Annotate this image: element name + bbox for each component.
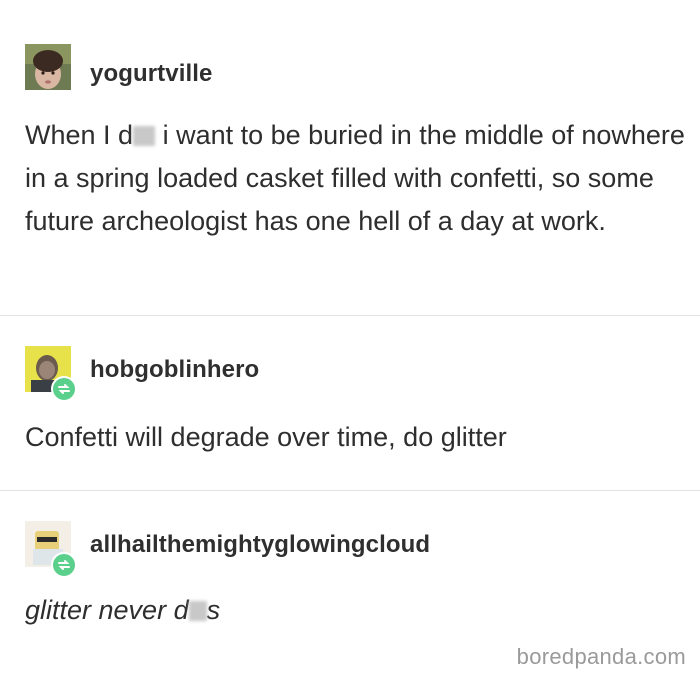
reply-text-start: glitter never d — [25, 595, 189, 625]
post-text-start: When I d — [25, 120, 134, 150]
user-photo-avatar-icon — [25, 44, 71, 90]
reblog-icon — [51, 552, 77, 578]
redacted-word — [133, 126, 156, 146]
reblog-icon — [51, 376, 77, 402]
avatar-yogurtville[interactable] — [25, 44, 71, 90]
reply-text-end: s — [206, 595, 221, 625]
redacted-letters — [188, 601, 207, 621]
watermark: boredpanda.com — [516, 644, 686, 669]
reply-body-text: Confetti will degrade over time, do glit… — [25, 422, 507, 452]
username-yogurtville[interactable]: yogurtville — [90, 60, 212, 88]
post-original: yogurtville When I d i want to be buried… — [0, 0, 700, 315]
post-reply-2: allhailthemightyglowingcloud glitter nev… — [0, 491, 700, 678]
post-reply-1: hobgoblinhero Confetti will degrade over… — [0, 316, 700, 490]
username-allhailthemightyglowingcloud[interactable]: allhailthemightyglowingcloud — [90, 531, 430, 559]
username-hobgoblinhero[interactable]: hobgoblinhero — [90, 356, 259, 384]
reply-body-text: glitter never d s — [25, 589, 685, 632]
post-body-text: When I d i want to be buried in the midd… — [25, 114, 685, 243]
